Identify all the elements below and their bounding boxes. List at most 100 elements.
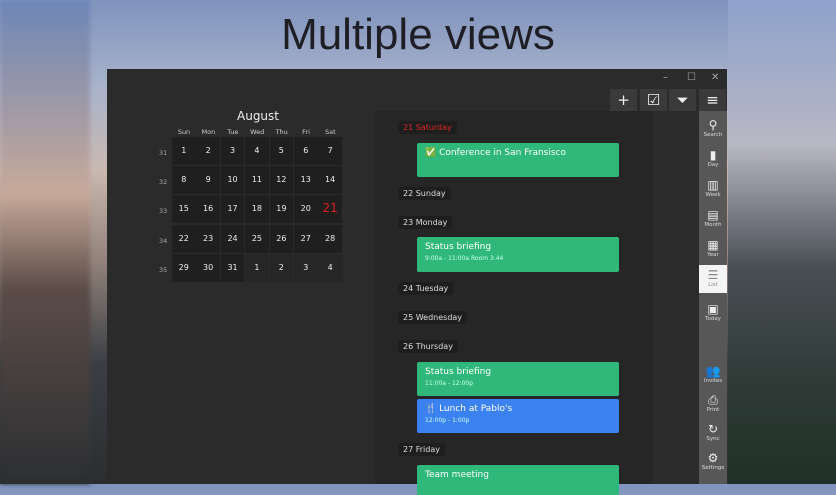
event-time: 9:00a - 11:00a Room 3.44 xyxy=(425,255,504,262)
event-time: 12:00p - 1:00p xyxy=(425,417,470,424)
day-cell[interactable]: 13 xyxy=(294,166,318,195)
day-header: 26 Thursday xyxy=(398,340,458,353)
day-cell[interactable]: 3 xyxy=(220,137,245,165)
day-header: 23 Monday xyxy=(398,216,453,229)
event-card[interactable]: Status briefing 9:00a - 11:00a Room 3.44 xyxy=(417,237,619,272)
event-card[interactable]: 🍴 Lunch at Pablo's 12:00p - 1:00p xyxy=(417,399,619,433)
year-icon: ▦ xyxy=(707,238,719,252)
day-cell[interactable]: 31 xyxy=(220,253,245,282)
day-cell[interactable]: 4 xyxy=(318,253,342,282)
sidebar-item-sync[interactable]: ↻ Sync xyxy=(699,419,727,447)
day-header: 25 Wednesday xyxy=(398,311,468,324)
day-cell[interactable]: 1 xyxy=(245,253,269,282)
day-header: 21 Saturday xyxy=(398,121,457,134)
print-icon: ⎙ xyxy=(708,393,718,407)
day-cell[interactable]: 25 xyxy=(245,224,269,253)
sidebar-item-search[interactable]: ⚲ Search xyxy=(699,115,727,143)
view-sidebar: ⚲ Search ▮ Day ▥ Week ▤ Month ▦ Year ☰ List ▣ Today 👥 I… xyxy=(699,111,727,484)
event-title: ✅ Conference in San Fransisco xyxy=(425,148,566,158)
day-cell[interactable]: 23 xyxy=(196,224,220,253)
day-cell[interactable]: 4 xyxy=(245,137,269,165)
sidebar-item-today[interactable]: ▣ Today xyxy=(699,299,727,327)
sidebar-item-list[interactable]: ☰ List xyxy=(699,265,727,293)
close-button[interactable]: ✕ xyxy=(711,72,719,83)
list-view[interactable]: 21 Saturday 22 Sunday 23 Monday 24 Tuesday 2… xyxy=(375,111,653,495)
sidebar-item-label: Year xyxy=(707,252,719,258)
day-cell[interactable]: 1 xyxy=(172,137,196,165)
day-cell[interactable]: 2 xyxy=(196,137,220,165)
day-cell[interactable]: 27 xyxy=(294,224,318,253)
event-title: 🍴 Lunch at Pablo's xyxy=(425,404,513,414)
sidebar-item-label: Month xyxy=(704,222,722,228)
day-cell[interactable]: 11 xyxy=(245,166,269,195)
sidebar-item-label: Week xyxy=(705,192,721,198)
day-cell[interactable]: 12 xyxy=(269,166,294,195)
day-cell[interactable]: 30 xyxy=(196,253,220,282)
day-cell[interactable]: 14 xyxy=(318,166,342,195)
month-icon: ▤ xyxy=(707,208,719,222)
day-cell[interactable]: 29 xyxy=(172,253,196,282)
week-number: 34 xyxy=(159,236,168,245)
task-icon-button[interactable]: ☑ xyxy=(640,89,667,111)
menu-icon-button[interactable]: ≡ xyxy=(699,89,726,111)
list-icon: ☰ xyxy=(707,268,719,282)
day-cell[interactable]: 5 xyxy=(269,137,294,165)
day-cell[interactable]: 22 xyxy=(172,224,196,253)
week-number: 32 xyxy=(159,178,168,187)
day-cell[interactable]: 24 xyxy=(220,224,245,253)
day-cell[interactable]: 20 xyxy=(294,195,318,224)
day-cell[interactable]: 18 xyxy=(245,195,269,224)
sidebar-item-month[interactable]: ▤ Month xyxy=(699,205,727,233)
weekday-header: Thu xyxy=(275,128,288,136)
day-cell[interactable]: 21 xyxy=(318,195,342,224)
day-cell[interactable]: 9 xyxy=(196,166,220,195)
day-cell[interactable]: 7 xyxy=(318,137,342,165)
day-cell[interactable]: 10 xyxy=(220,166,245,195)
day-cell[interactable]: 15 xyxy=(172,195,196,224)
day-cell[interactable]: 6 xyxy=(294,137,318,165)
add-icon-button[interactable]: + xyxy=(610,89,637,111)
week-number: 33 xyxy=(159,207,168,216)
sidebar-item-day[interactable]: ▮ Day xyxy=(699,145,727,173)
sidebar-item-week[interactable]: ▥ Week xyxy=(699,175,727,203)
day-header: 27 Friday xyxy=(398,443,445,456)
event-card[interactable]: ✅ Conference in San Fransisco xyxy=(417,143,619,177)
weekday-header: Sat xyxy=(325,128,336,136)
day-cell[interactable]: 26 xyxy=(269,224,294,253)
headline: Multiple views xyxy=(281,10,555,59)
invites-icon: 👥 xyxy=(705,364,721,378)
day-header: 22 Sunday xyxy=(398,187,451,200)
weekday-header: Wed xyxy=(250,128,265,136)
maximize-button[interactable]: ☐ xyxy=(687,72,696,83)
sidebar-item-settings[interactable]: ⚙ Settings xyxy=(699,448,727,476)
week-number: 31 xyxy=(159,149,168,157)
minimize-button[interactable]: – xyxy=(663,72,668,83)
event-card[interactable]: Team meeting xyxy=(417,465,619,495)
event-title: Status briefing xyxy=(425,367,492,377)
sidebar-item-label: Invites xyxy=(703,378,723,384)
day-header: 24 Tuesday xyxy=(398,282,454,295)
day-cell[interactable]: 28 xyxy=(318,224,342,253)
today-icon: ▣ xyxy=(707,302,719,316)
day-cell[interactable]: 19 xyxy=(269,195,294,224)
day-cell[interactable]: 8 xyxy=(172,166,196,195)
event-card[interactable]: Status briefing 11:00a - 12:00p xyxy=(417,362,619,396)
weekday-header: Mon xyxy=(201,128,216,136)
sidebar-item-print[interactable]: ⎙ Print xyxy=(699,390,727,418)
sidebar-item-label: Sync xyxy=(706,436,720,442)
sidebar-item-year[interactable]: ▦ Year xyxy=(699,235,727,263)
sidebar-item-label: Print xyxy=(706,407,720,413)
pane-gutter xyxy=(653,111,699,484)
sidebar-item-invites[interactable]: 👥 Invites xyxy=(699,361,727,389)
day-cell[interactable]: 2 xyxy=(269,253,294,282)
app-window: – ☐ ✕ August Sun Mon Tue Wed Thu Fri Sat 31 1 2 3 4 5… xyxy=(107,69,727,495)
weekday-header: Sun xyxy=(177,128,191,136)
title-bar: – ☐ ✕ xyxy=(107,69,727,88)
day-cell[interactable]: 3 xyxy=(294,253,318,282)
background-left xyxy=(0,0,90,484)
day-cell[interactable]: 16 xyxy=(196,195,220,224)
weekday-header: Fri xyxy=(302,128,310,136)
filter-icon-button[interactable]: ⏷ xyxy=(669,89,696,111)
sidebar-item-label: Settings xyxy=(701,465,725,471)
day-cell[interactable]: 17 xyxy=(220,195,245,224)
